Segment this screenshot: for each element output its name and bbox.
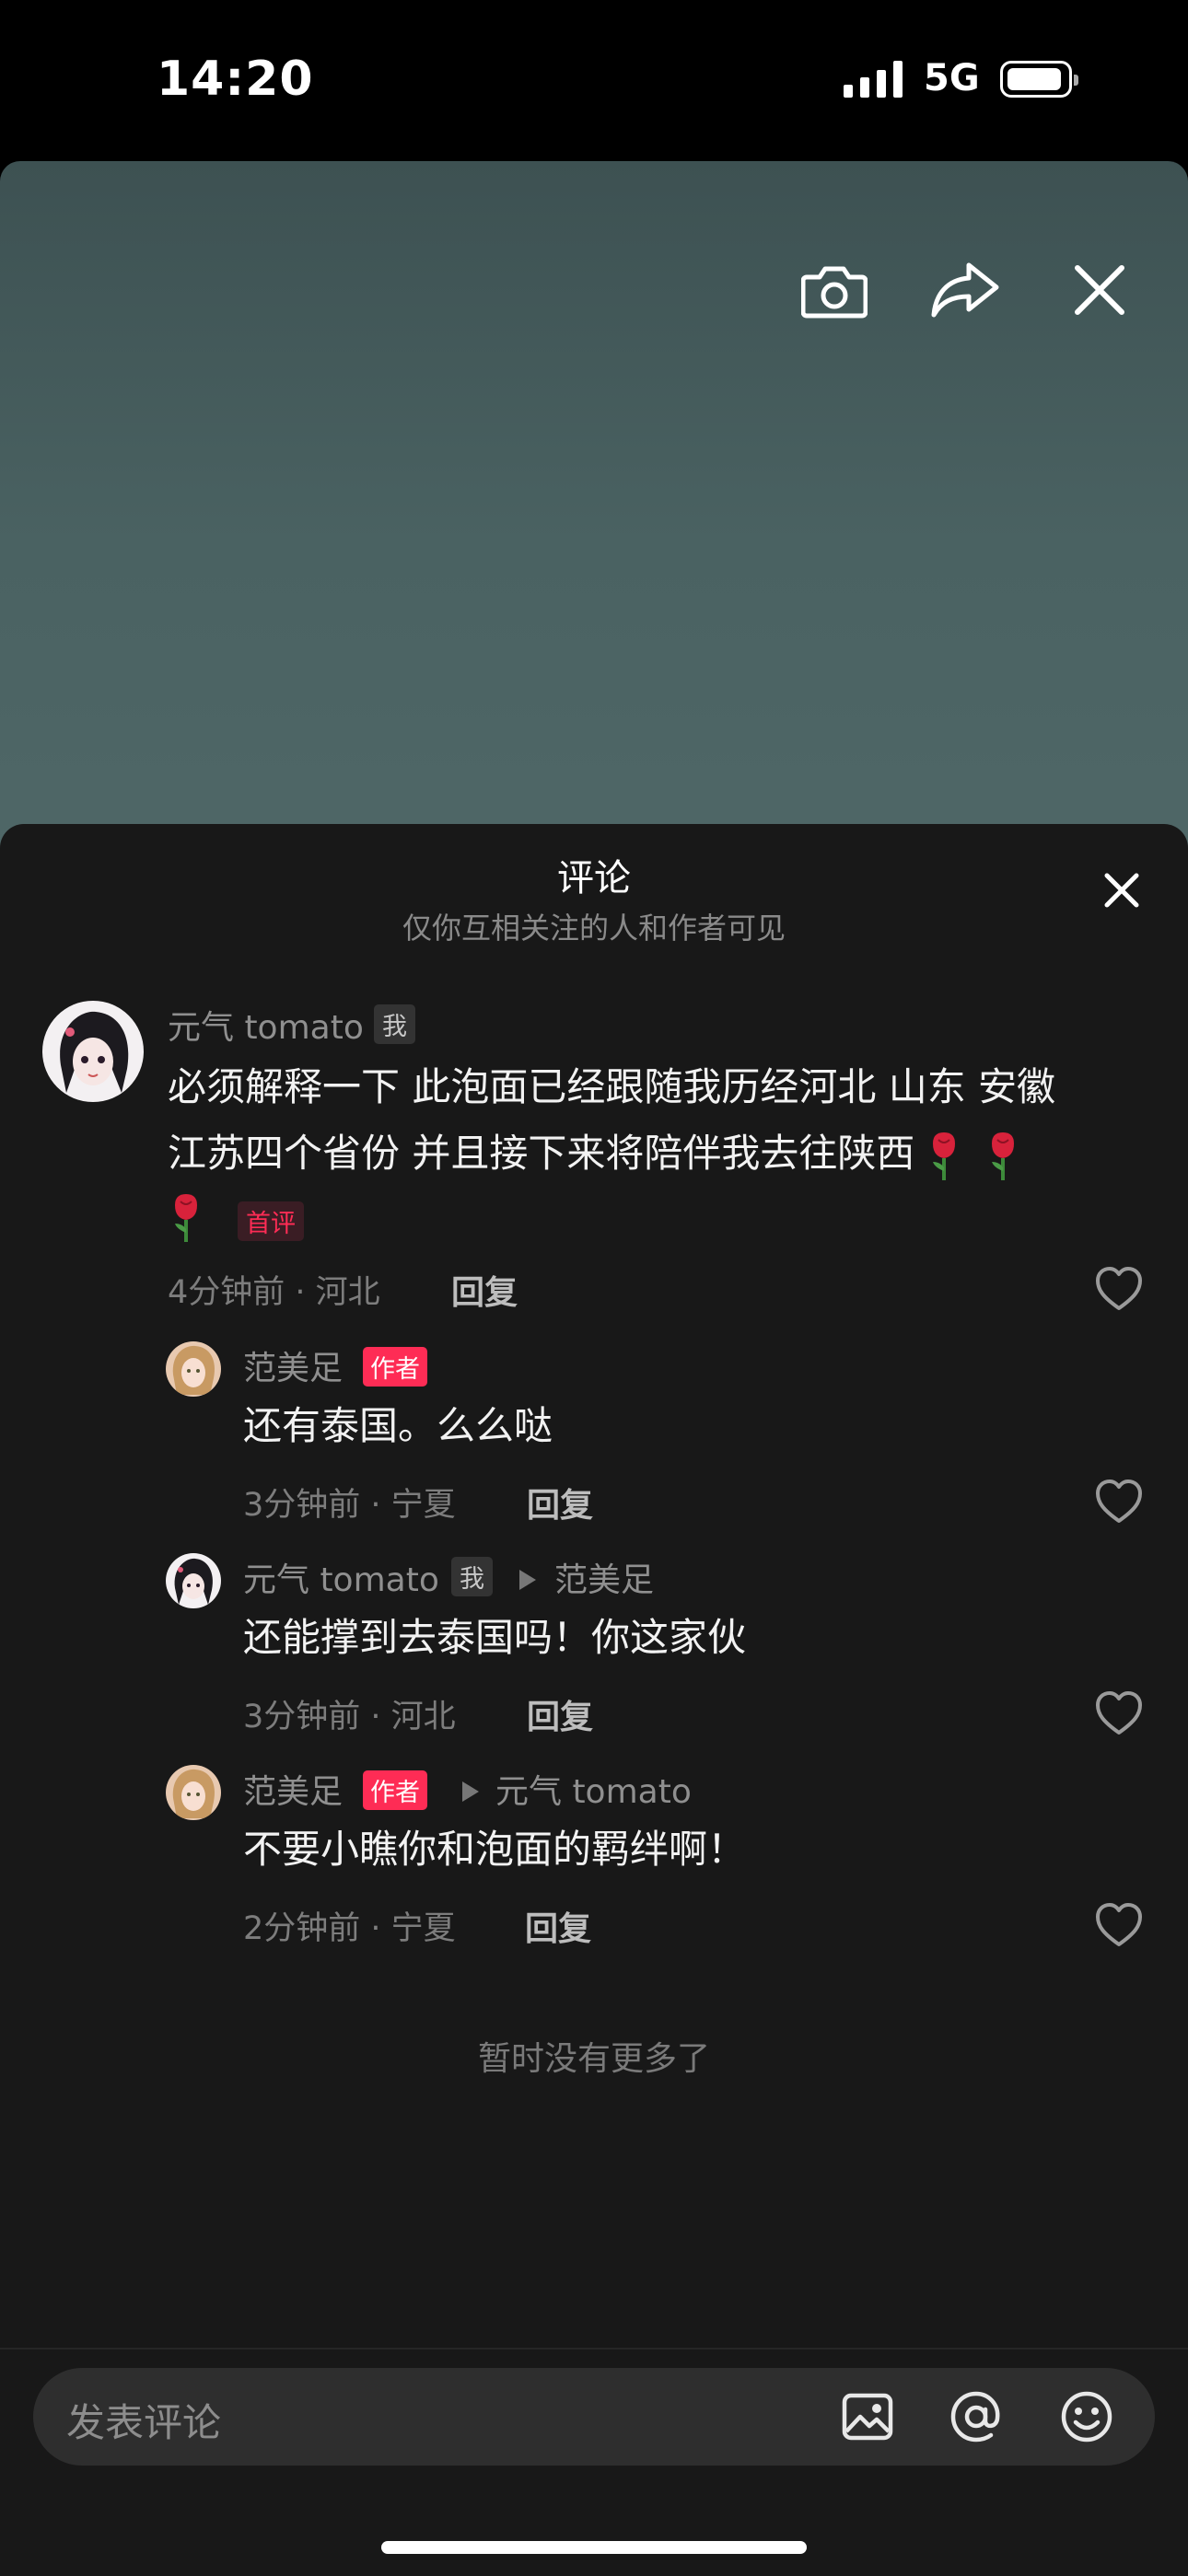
share-icon[interactable] <box>928 253 1002 327</box>
first-comment-tag: 首评 <box>238 1201 304 1241</box>
reply-text: 还能撑到去泰国吗！你这家伙 <box>243 1615 747 1660</box>
comment-username[interactable]: 元气 tomato <box>168 1001 364 1049</box>
heart-icon[interactable] <box>1094 1690 1144 1736</box>
comment-text-line2: 江苏四个省份 并且接下来将陪伴我去往陕西 <box>168 1120 1032 1187</box>
avatar[interactable] <box>42 1001 144 1102</box>
comment-text-line3 <box>168 1192 204 1247</box>
reply-to-username[interactable]: 范美足 <box>554 1553 654 1601</box>
status-time: 14:20 <box>157 52 314 107</box>
network-type: 5G <box>924 57 980 99</box>
reply-text: 还有泰国。么么哒 <box>243 1403 553 1448</box>
image-icon[interactable] <box>840 2389 895 2444</box>
home-indicator[interactable] <box>381 2541 807 2554</box>
avatar[interactable] <box>166 1341 221 1397</box>
comment-text-line1: 必须解释一下 此泡面已经跟随我历经河北 山东 安徽 <box>168 1064 1056 1109</box>
rose-emoji-icon <box>992 1131 1015 1180</box>
no-more-text: 暂时没有更多了 <box>477 2040 710 2078</box>
heart-icon[interactable] <box>1094 1266 1144 1312</box>
author-tag: 作者 <box>363 1347 427 1387</box>
avatar[interactable] <box>166 1553 221 1608</box>
rose-emoji-icon <box>175 1194 197 1242</box>
heart-icon[interactable] <box>1094 1902 1144 1948</box>
reply-username[interactable]: 元气 tomato <box>243 1553 439 1601</box>
reply-button[interactable]: 回复 <box>525 1902 591 1950</box>
avatar[interactable] <box>166 1765 221 1820</box>
comment-sheet: 评论 仅你互相关注的人和作者可见 元气 tomato 我 必须解释一下 此泡面已… <box>0 824 1188 2574</box>
sheet-subtitle: 仅你互相关注的人和作者可见 <box>402 911 786 946</box>
reply-text: 不要小瞧你和泡面的羁绊啊！ <box>243 1827 747 1872</box>
camera-icon[interactable] <box>798 253 871 327</box>
reply-button[interactable]: 回复 <box>527 1479 593 1526</box>
reply-meta: 3分钟前 · 河北 <box>243 1699 456 1735</box>
video-area[interactable] <box>0 161 1188 861</box>
reply-button[interactable]: 回复 <box>451 1266 518 1314</box>
comment-input-bar: 发表评论 <box>0 2348 1188 2576</box>
reply-to-username[interactable]: 元气 tomato <box>495 1765 692 1813</box>
heart-icon[interactable] <box>1094 1479 1144 1525</box>
me-tag: 我 <box>451 1557 493 1596</box>
comment-input-placeholder: 发表评论 <box>66 2400 222 2445</box>
comment-meta: 4分钟前 · 河北 <box>168 1274 380 1311</box>
reply-button[interactable]: 回复 <box>527 1690 593 1738</box>
author-tag: 作者 <box>363 1770 427 1810</box>
reply-meta: 3分钟前 · 宁夏 <box>243 1487 456 1524</box>
sheet-title: 评论 <box>557 857 631 899</box>
reply-to-arrow-icon <box>519 1570 536 1590</box>
reply-to-arrow-icon <box>462 1781 479 1802</box>
sheet-close-icon[interactable] <box>1096 864 1147 916</box>
reply-meta: 2分钟前 · 宁夏 <box>243 1910 456 1947</box>
reply-username[interactable]: 范美足 <box>243 1765 343 1813</box>
comment-input[interactable]: 发表评论 <box>33 2368 1155 2466</box>
status-bar: 14:20 5G <box>0 0 1188 161</box>
battery-icon <box>1000 61 1078 98</box>
emoji-icon[interactable] <box>1059 2389 1114 2444</box>
reply-username[interactable]: 范美足 <box>243 1341 343 1389</box>
rose-emoji-icon <box>933 1131 956 1180</box>
at-mention-icon[interactable] <box>949 2389 1004 2444</box>
close-icon[interactable] <box>1063 253 1136 327</box>
me-tag: 我 <box>374 1004 415 1044</box>
signal-icon <box>844 61 903 98</box>
